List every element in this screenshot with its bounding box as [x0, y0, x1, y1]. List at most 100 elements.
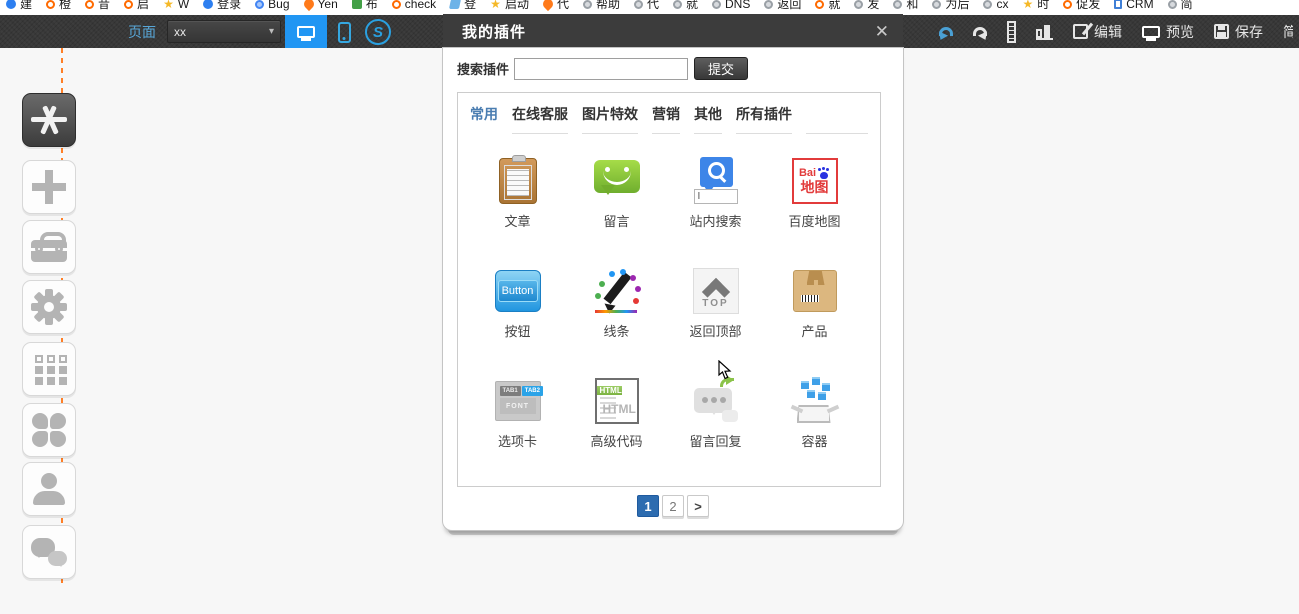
plugin-label: 产品 [801, 321, 827, 340]
bookmark-item[interactable]: 启 [124, 0, 149, 14]
preview-button[interactable]: 预览 [1142, 22, 1194, 42]
bookmark-item[interactable]: DNS [712, 0, 750, 14]
button-icon-text: Button [498, 280, 538, 302]
globe-gray-icon [932, 0, 941, 9]
bookmark-label: 启 [137, 0, 149, 14]
bookmark-item[interactable]: 返回 [764, 0, 801, 14]
bookmark-item[interactable]: 代 [543, 0, 569, 14]
plugin-baidu-map[interactable]: Bai 地图 百度地图 [765, 148, 864, 258]
dialog-title: 我的插件 [462, 21, 875, 42]
sidebar-item-modules[interactable] [22, 342, 76, 396]
globe-gray-icon [673, 0, 682, 9]
page-1-button[interactable]: 1 [637, 495, 659, 517]
globe-gray-icon [764, 0, 773, 9]
bookmark-item[interactable]: 为后 [932, 0, 969, 14]
plugin-article[interactable]: 文章 [468, 148, 567, 258]
bookmark-item[interactable]: 橙 [46, 0, 71, 14]
bookmark-item[interactable]: CRM [1114, 0, 1153, 14]
sidebar-item-wechat[interactable] [22, 525, 76, 579]
gear-icon [31, 289, 67, 325]
star-icon: ★ [163, 0, 174, 9]
sidebar-item-apps[interactable] [22, 403, 76, 457]
bookmark-item[interactable]: 和 [893, 0, 918, 14]
desktop-view-button[interactable] [285, 15, 327, 48]
bookmark-item[interactable]: 登录 [203, 0, 241, 14]
bookmark-item[interactable]: 建 [6, 0, 32, 14]
submit-button[interactable]: 提交 [694, 57, 748, 80]
bookmark-item[interactable]: 帮助 [583, 0, 620, 14]
next-page-button[interactable]: > [687, 495, 709, 517]
bookmark-item[interactable]: Yen [304, 0, 338, 14]
search-input[interactable] [514, 58, 688, 80]
site-search-icon: I [692, 157, 740, 205]
tab-marketing[interactable]: 营销 [652, 104, 680, 134]
sidebar-item-plugins[interactable] [22, 93, 76, 147]
bookmark-item[interactable]: check [392, 0, 436, 14]
close-icon[interactable]: ✕ [875, 23, 889, 40]
plugin-tabs-widget[interactable]: TAB1 TAB2 FONT 选项卡 [468, 368, 567, 478]
tabs-widget-icon: TAB1 TAB2 FONT [495, 381, 541, 421]
bookmark-label: cx [996, 0, 1008, 14]
stats-button[interactable] [1036, 24, 1053, 40]
redo-button[interactable] [973, 27, 987, 36]
bookmark-item[interactable]: 布 [352, 0, 378, 14]
tabs-filler [806, 104, 868, 134]
plugin-label: 留言 [603, 211, 629, 230]
plugin-message[interactable]: 留言 [567, 148, 666, 258]
share-link-button[interactable]: S [365, 19, 391, 45]
bookmark-item[interactable]: 登 [450, 0, 476, 14]
green-doc-icon [352, 0, 362, 9]
orange-ring-icon [46, 0, 55, 9]
tab-image-effects[interactable]: 图片特效 [582, 104, 638, 134]
plugin-line[interactable]: 线条 [567, 258, 666, 368]
bookmark-label: 帮助 [596, 0, 620, 14]
toolbox-icon [31, 240, 67, 262]
plugin-site-search[interactable]: I 站内搜索 [666, 148, 765, 258]
ruler-button[interactable] [1007, 21, 1016, 43]
bookmark-item[interactable]: 就 [673, 0, 698, 14]
bookmark-item[interactable]: 就 [815, 0, 840, 14]
bookmark-item[interactable]: 昔 [85, 0, 110, 14]
plugin-button[interactable]: Button 按钮 [468, 258, 567, 368]
bookmark-item[interactable]: 发 [854, 0, 879, 14]
flame-icon [541, 0, 555, 11]
mobile-view-button[interactable] [334, 20, 354, 44]
plugin-container[interactable]: 容器 [765, 368, 864, 478]
tab-all-plugins[interactable]: 所有插件 [736, 104, 792, 134]
tab-other[interactable]: 其他 [694, 104, 722, 134]
plugin-back-to-top[interactable]: TOP 返回顶部 [666, 258, 765, 368]
save-button[interactable]: 保存 [1214, 22, 1263, 42]
save-label: 保存 [1235, 22, 1263, 42]
monitor-icon [297, 26, 315, 38]
plugin-advanced-code[interactable]: HTML HTML 高级代码 [567, 368, 666, 478]
plugin-product[interactable]: 产品 [765, 258, 864, 368]
bookmark-item[interactable]: ★启动 [490, 0, 529, 14]
bookmark-label: 代 [647, 0, 659, 14]
sidebar-item-settings[interactable] [22, 280, 76, 334]
bookmark-item[interactable]: Bug [255, 0, 289, 14]
grid-icon [35, 355, 43, 363]
bookmark-item[interactable]: ★时 [1022, 0, 1049, 14]
bookmark-item[interactable]: 简 [1168, 0, 1193, 14]
bookmark-item[interactable]: 代 [634, 0, 659, 14]
sidebar-item-toolbox[interactable] [22, 220, 76, 274]
bookmark-item[interactable]: ★W [163, 0, 189, 14]
overflow-label: 简 [1283, 22, 1293, 42]
bookmark-item[interactable]: cx [983, 0, 1008, 14]
bookmark-label: 布 [366, 0, 378, 14]
mouse-cursor [718, 360, 732, 385]
undo-button[interactable] [939, 27, 953, 36]
plugin-message-reply[interactable]: 留言回复 [666, 368, 765, 478]
blue-circle-icon [203, 0, 213, 9]
tab-common[interactable]: 常用 [470, 104, 498, 134]
plus-icon [32, 170, 66, 204]
tab-online-service[interactable]: 在线客服 [512, 104, 568, 134]
edit-button[interactable]: 编辑 [1073, 22, 1122, 42]
page-select[interactable]: xx ▾ [167, 20, 281, 43]
sidebar-item-user[interactable] [22, 462, 76, 516]
page-2-button[interactable]: 2 [662, 495, 684, 517]
sidebar-item-add[interactable] [22, 160, 76, 214]
plugin-label: 返回顶部 [689, 321, 741, 340]
bookmark-item[interactable]: 促发 [1063, 0, 1100, 14]
globe-gray-icon [1168, 0, 1177, 9]
